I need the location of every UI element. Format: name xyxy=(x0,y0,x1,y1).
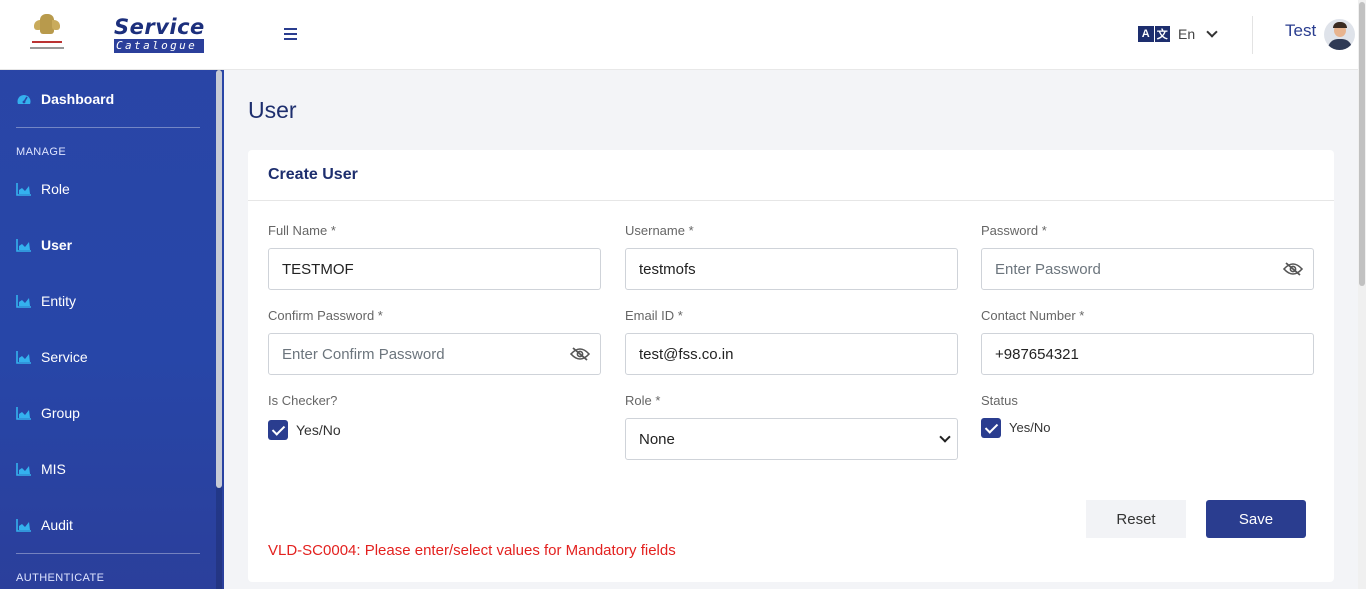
sidebar-item-label: MIS xyxy=(41,461,66,477)
status-option[interactable]: Yes/No xyxy=(1009,420,1050,435)
divider xyxy=(16,127,200,128)
divider xyxy=(16,553,200,554)
page-title: User xyxy=(248,97,297,123)
sidebar-item-label: Group xyxy=(41,405,80,421)
chart-icon xyxy=(16,294,32,308)
avatar[interactable] xyxy=(1324,19,1355,50)
chevron-down-icon[interactable] xyxy=(1206,26,1218,38)
email-input[interactable]: test@fss.co.in xyxy=(625,333,958,375)
input-placeholder: Enter Password xyxy=(995,261,1101,278)
status-label: Status xyxy=(981,393,1018,408)
sidebar-item-mis[interactable]: MIS xyxy=(16,459,66,479)
email-label: Email ID * xyxy=(625,308,683,323)
eye-slash-icon[interactable] xyxy=(1282,262,1304,276)
section-authenticate: AUTHENTICATE xyxy=(16,572,105,584)
user-name[interactable]: Test xyxy=(1285,21,1316,41)
chart-icon xyxy=(16,462,32,476)
brand-subtitle: Catalogue xyxy=(114,39,204,53)
input-value: +987654321 xyxy=(995,346,1079,363)
chart-icon xyxy=(16,350,32,364)
input-value: testmofs xyxy=(639,261,696,278)
sidebar-item-label: Audit xyxy=(41,517,73,533)
chevron-down-icon xyxy=(939,431,951,443)
chart-icon xyxy=(16,182,32,196)
reset-button[interactable]: Reset xyxy=(1086,500,1186,538)
role-select[interactable]: None xyxy=(625,418,958,460)
translate-icon[interactable]: A文 xyxy=(1138,26,1171,42)
sidebar-item-role[interactable]: Role xyxy=(16,179,70,199)
sidebar-item-label: Service xyxy=(41,349,88,365)
sidebar-item-user[interactable]: User xyxy=(16,235,72,255)
is-checker-checkbox[interactable] xyxy=(268,420,288,440)
sidebar-item-audit[interactable]: Audit xyxy=(16,515,73,535)
confirm-password-label: Confirm Password * xyxy=(268,308,383,323)
divider xyxy=(1252,16,1253,54)
sidebar-item-service[interactable]: Service xyxy=(16,347,88,367)
status-checkbox[interactable] xyxy=(981,418,1001,438)
card-header: Create User xyxy=(248,150,1334,201)
chart-icon xyxy=(16,406,32,420)
brand-title: Service xyxy=(114,15,205,39)
validation-error: VLD-SC0004: Please enter/select values f… xyxy=(268,542,676,559)
username-label: Username * xyxy=(625,223,694,238)
scrollbar-thumb[interactable] xyxy=(216,70,222,488)
sidebar-item-label: Role xyxy=(41,181,70,197)
username-input[interactable]: testmofs xyxy=(625,248,958,290)
contact-number-input[interactable]: +987654321 xyxy=(981,333,1314,375)
confirm-password-input[interactable]: Enter Confirm Password xyxy=(268,333,601,375)
contact-number-label: Contact Number * xyxy=(981,308,1085,323)
sidebar: Service Catalogue Dashboard MANAGE Role … xyxy=(0,0,224,589)
eye-slash-icon[interactable] xyxy=(569,347,591,361)
full-name-label: Full Name * xyxy=(268,223,336,238)
role-label: Role * xyxy=(625,393,661,408)
password-input[interactable]: Enter Password xyxy=(981,248,1314,290)
card-title: Create User xyxy=(268,166,358,183)
scrollbar-thumb[interactable] xyxy=(1359,2,1365,286)
sidebar-item-dashboard[interactable]: Dashboard xyxy=(16,89,114,109)
save-button[interactable]: Save xyxy=(1206,500,1306,538)
chart-icon xyxy=(16,518,32,532)
menu-toggle-icon[interactable] xyxy=(284,28,297,40)
sidebar-item-label: Dashboard xyxy=(41,91,115,107)
brand: Service Catalogue xyxy=(0,0,224,70)
emblem-logo xyxy=(28,12,64,54)
page-scrollbar[interactable] xyxy=(1358,0,1366,589)
speedometer-icon xyxy=(16,92,32,106)
input-placeholder: Enter Confirm Password xyxy=(282,346,445,363)
sidebar-item-group[interactable]: Group xyxy=(16,403,80,423)
sidebar-item-label: User xyxy=(41,237,73,253)
is-checker-label: Is Checker? xyxy=(268,393,338,408)
top-header: A文 En Test xyxy=(224,0,1358,70)
language-selector[interactable]: En xyxy=(1178,26,1195,42)
chart-icon xyxy=(16,238,32,252)
sidebar-item-label: Entity xyxy=(41,293,77,309)
sidebar-item-entity[interactable]: Entity xyxy=(16,291,76,311)
input-value: TESTMOF xyxy=(282,261,354,278)
section-manage: MANAGE xyxy=(16,146,67,158)
password-label: Password * xyxy=(981,223,1047,238)
full-name-input[interactable]: TESTMOF xyxy=(268,248,601,290)
select-value: None xyxy=(639,431,675,448)
create-user-card: Create User Full Name * TESTMOF Username… xyxy=(248,150,1334,582)
input-value: test@fss.co.in xyxy=(639,346,734,363)
sidebar-scrollbar[interactable] xyxy=(216,70,222,589)
is-checker-option[interactable]: Yes/No xyxy=(296,422,341,438)
